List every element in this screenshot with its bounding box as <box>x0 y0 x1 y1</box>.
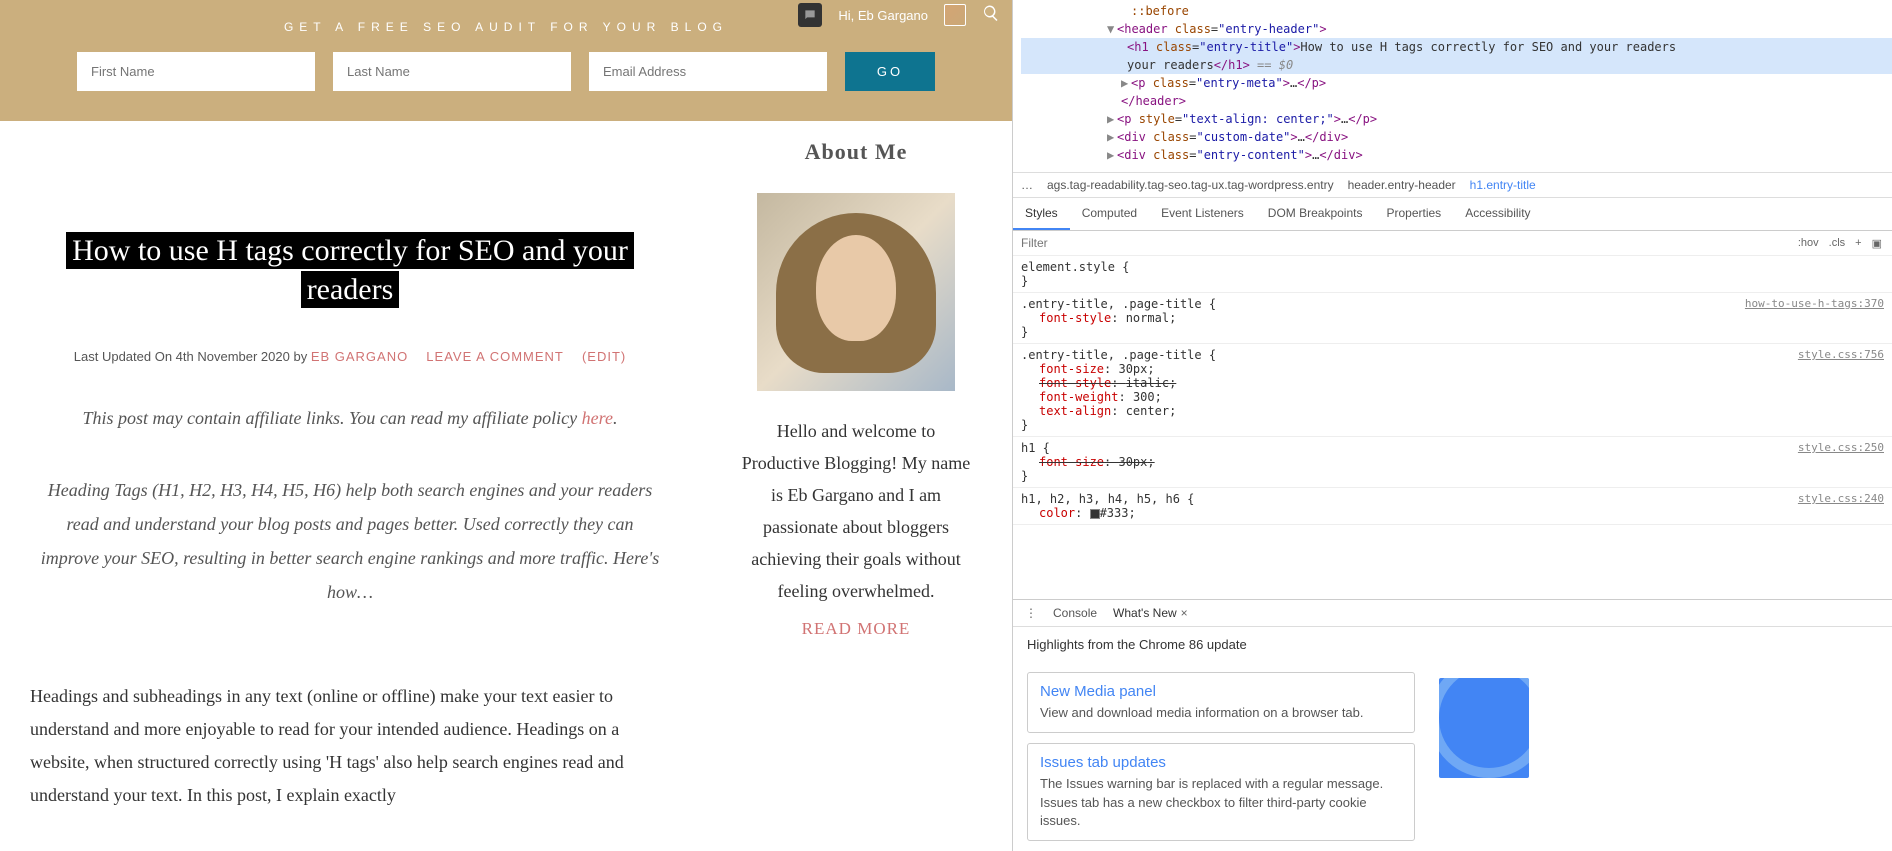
go-button[interactable]: GO <box>845 52 935 91</box>
filter-input[interactable] <box>1013 231 1788 255</box>
tab-accessibility[interactable]: Accessibility <box>1453 198 1542 230</box>
tab-properties[interactable]: Properties <box>1374 198 1453 230</box>
comment-link[interactable]: LEAVE A COMMENT <box>426 349 564 364</box>
optin-form: GO <box>0 52 1012 91</box>
drawer: ⋮ Console What's New × Highlights from t… <box>1013 599 1892 851</box>
rule-element-style[interactable]: element.style { } <box>1013 256 1892 293</box>
source-link[interactable]: style.css:756 <box>1798 348 1884 361</box>
tab-computed[interactable]: Computed <box>1070 198 1149 230</box>
meta-prefix: Last Updated On 4th November 2020 by <box>74 349 311 364</box>
about-heading: About Me <box>738 139 974 165</box>
tab-console[interactable]: Console <box>1053 606 1097 620</box>
add-rule-icon[interactable]: + <box>1855 237 1861 249</box>
wp-admin-bar: Hi, Eb Gargano <box>786 0 1012 30</box>
greeting-text[interactable]: Hi, Eb Gargano <box>838 8 928 23</box>
promo-graphic <box>1439 678 1529 778</box>
tab-whatsnew[interactable]: What's New × <box>1113 606 1188 620</box>
tab-styles[interactable]: Styles <box>1013 198 1070 230</box>
author-link[interactable]: EB GARGANO <box>311 349 408 364</box>
devtools-panel: ::before ▼<header class="entry-header"> … <box>1012 0 1892 851</box>
dom-tree[interactable]: ::before ▼<header class="entry-header"> … <box>1013 0 1892 172</box>
body-paragraph: Headings and subheadings in any text (on… <box>30 680 670 813</box>
about-photo <box>757 193 955 391</box>
media-panel-card[interactable]: New Media panel View and download media … <box>1027 672 1415 733</box>
source-link[interactable]: style.css:240 <box>1798 492 1884 505</box>
main-area: How to use H tags correctly for SEO and … <box>0 121 1012 843</box>
sidebar: About Me Hello and welcome to Productive… <box>738 121 974 843</box>
source-link[interactable]: how-to-use-h-tags:370 <box>1745 297 1884 310</box>
sidebar-toggle-icon[interactable]: ▣ <box>1872 237 1882 250</box>
issues-tab-card[interactable]: Issues tab updates The Issues warning ba… <box>1027 743 1415 841</box>
rule-h1[interactable]: style.css:250 h1 { font-size: 30px; } <box>1013 437 1892 488</box>
close-icon[interactable]: × <box>1181 606 1188 620</box>
avatar[interactable] <box>944 4 966 26</box>
styles-tabs: Styles Computed Event Listeners DOM Brea… <box>1013 198 1892 231</box>
comments-icon[interactable] <box>798 3 822 27</box>
rule-entry-title-2[interactable]: style.css:756 .entry-title, .page-title … <box>1013 344 1892 437</box>
tab-listeners[interactable]: Event Listeners <box>1149 198 1256 230</box>
cls-toggle[interactable]: .cls <box>1829 237 1846 249</box>
edit-link[interactable]: (EDIT) <box>582 349 626 364</box>
first-name-input[interactable] <box>77 52 315 91</box>
breadcrumb[interactable]: … ags.tag-readability.tag-seo.tag-ux.tag… <box>1013 172 1892 198</box>
about-text: Hello and welcome to Productive Blogging… <box>738 415 974 607</box>
entry-meta: Last Updated On 4th November 2020 by EB … <box>30 349 670 364</box>
selected-dom-node[interactable]: <h1 class="entry-title">How to use H tag… <box>1021 38 1892 56</box>
read-more-link[interactable]: READ MORE <box>738 619 974 639</box>
styles-pane[interactable]: element.style { } how-to-use-h-tags:370 … <box>1013 256 1892 599</box>
kebab-icon[interactable]: ⋮ <box>1025 606 1037 620</box>
email-input[interactable] <box>589 52 827 91</box>
filter-row: :hov .cls + ▣ <box>1013 231 1892 256</box>
drawer-tabs: ⋮ Console What's New × <box>1013 600 1892 627</box>
page-viewport: Hi, Eb Gargano GET A FREE SEO AUDIT FOR … <box>0 0 1012 851</box>
lede: Heading Tags (H1, H2, H3, H4, H5, H6) he… <box>30 473 670 610</box>
article: How to use H tags correctly for SEO and … <box>0 121 700 843</box>
last-name-input[interactable] <box>333 52 571 91</box>
tab-dom-breakpoints[interactable]: DOM Breakpoints <box>1256 198 1375 230</box>
highlights-heading: Highlights from the Chrome 86 update <box>1013 627 1892 662</box>
affiliate-notice: This post may contain affiliate links. Y… <box>30 404 670 433</box>
hov-toggle[interactable]: :hov <box>1798 237 1819 249</box>
search-icon[interactable] <box>982 4 1000 27</box>
rule-entry-title-1[interactable]: how-to-use-h-tags:370 .entry-title, .pag… <box>1013 293 1892 344</box>
entry-title: How to use H tags correctly for SEO and … <box>30 231 670 309</box>
source-link[interactable]: style.css:250 <box>1798 441 1884 454</box>
cards-row: New Media panel View and download media … <box>1013 662 1892 851</box>
rule-headings[interactable]: style.css:240 h1, h2, h3, h4, h5, h6 { c… <box>1013 488 1892 525</box>
affiliate-policy-link[interactable]: here <box>582 408 613 428</box>
color-swatch[interactable] <box>1090 509 1100 519</box>
